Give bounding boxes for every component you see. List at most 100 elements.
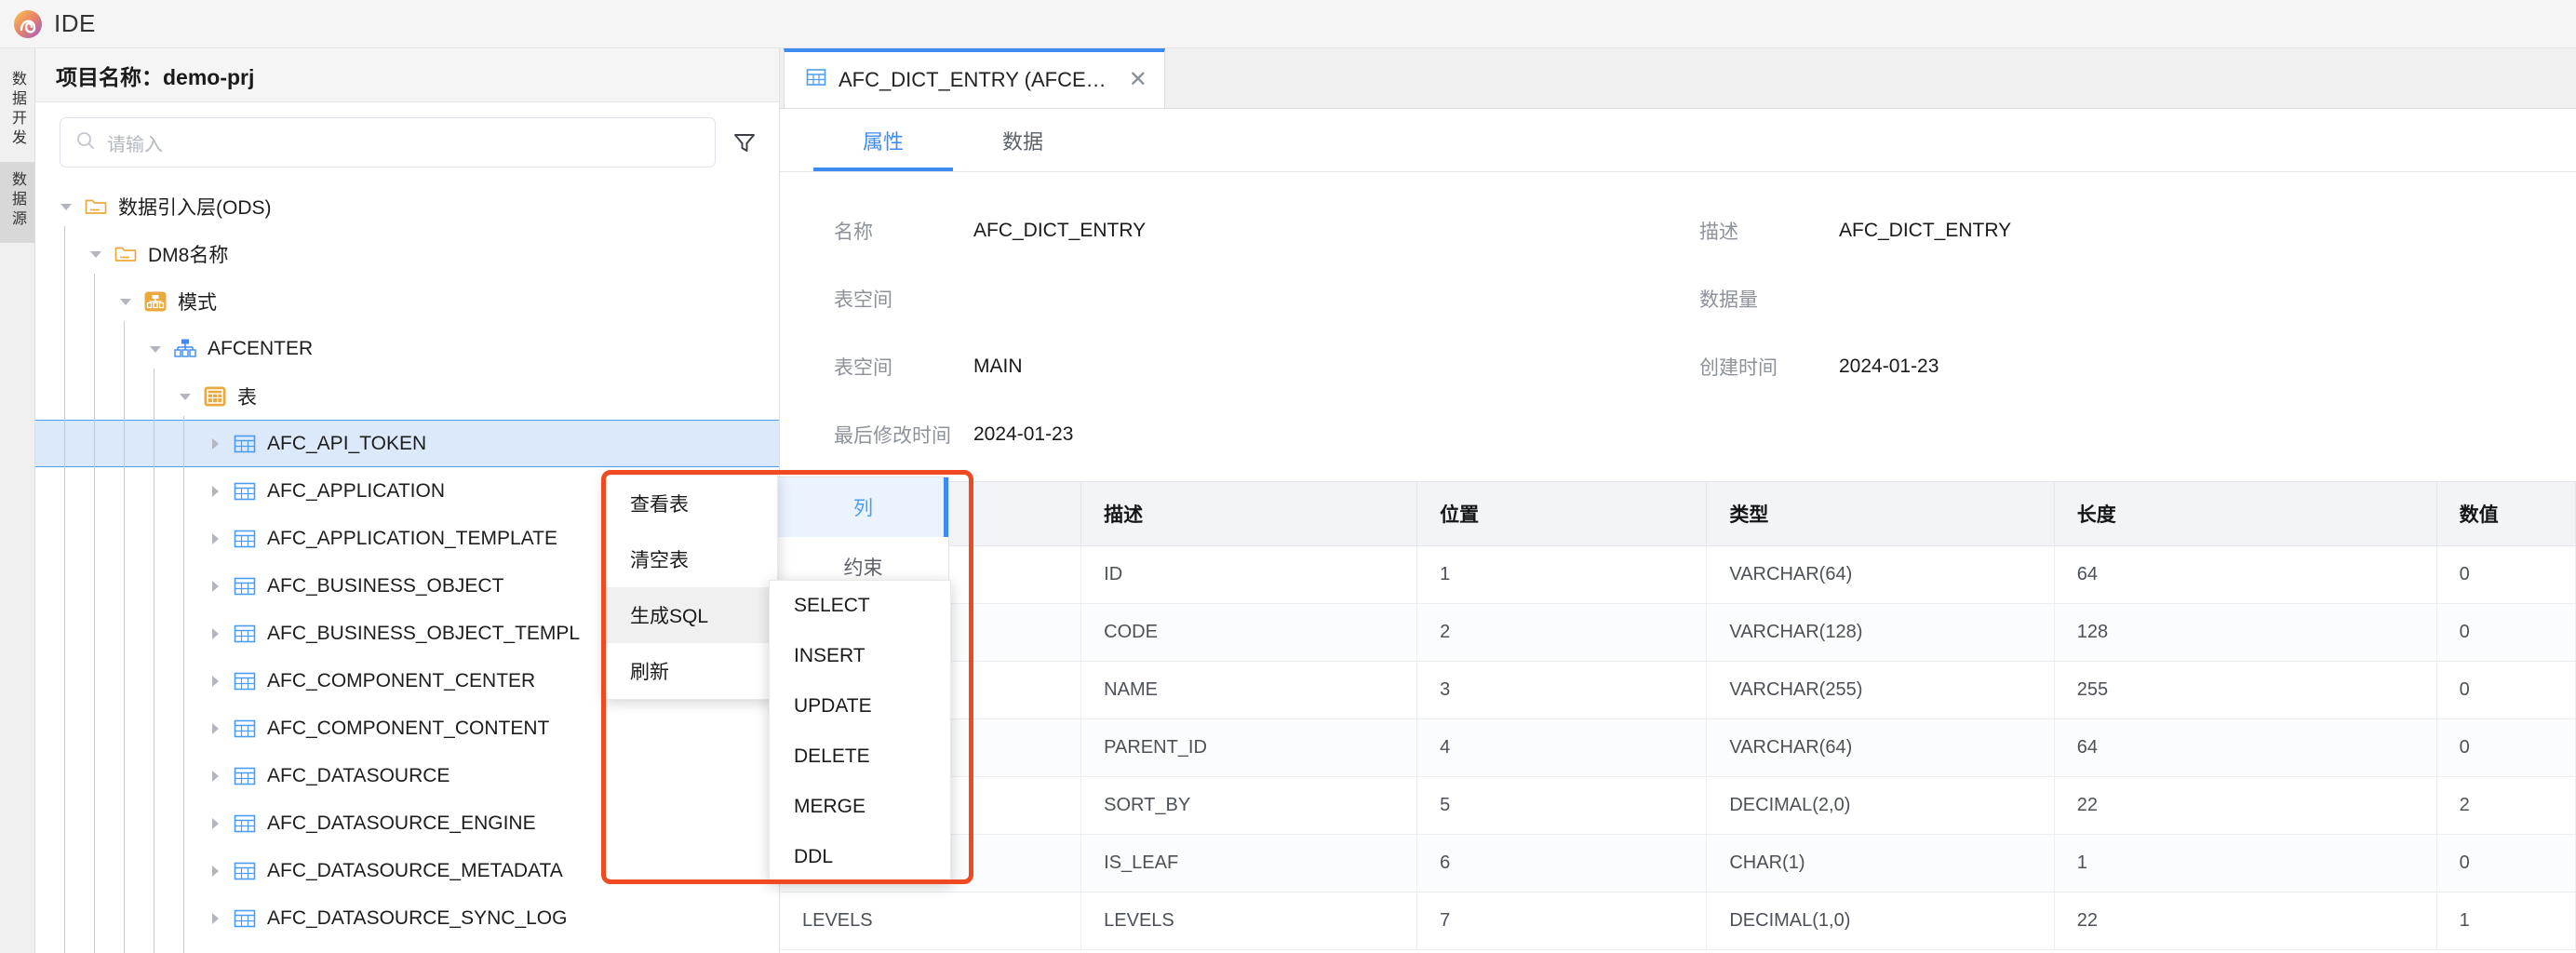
grid-cell: 0 [2436, 662, 2575, 719]
table-icon [233, 574, 257, 598]
document-tab-label: AFC_DICT_ENTRY (AFCE… [839, 68, 1107, 92]
table-row[interactable]: SORT_BYSORT_BY5DECIMAL(2,0)222 [780, 777, 2576, 835]
table-row[interactable]: NAMENAME3VARCHAR(255)2550 [780, 662, 2576, 719]
grid-cell: 3 [1417, 662, 1707, 719]
submenu-item[interactable]: SELECT [770, 581, 950, 631]
rail-item-data-source[interactable]: 数据源 [0, 162, 34, 243]
table-icon [233, 622, 257, 646]
grid-cell: 22 [2054, 777, 2436, 835]
table-icon [233, 906, 257, 931]
editor-area: AFC_DICT_ENTRY (AFCE… ✕ 属性 数据 名称 AFC_DIC… [780, 48, 2576, 953]
chevron-down-icon[interactable] [145, 339, 166, 359]
context-menu-item[interactable]: 查看表 [606, 476, 777, 531]
table-icon [233, 859, 257, 883]
tab-properties[interactable]: 属性 [813, 109, 953, 171]
table-icon [233, 764, 257, 788]
column-grid: 名称描述位置类型长度数值 IDID1VARCHAR(64)640CODECODE… [780, 482, 2576, 950]
app-bar: IDE [0, 0, 2576, 48]
submenu-item[interactable]: MERGE [770, 782, 950, 832]
tree-node-label: 表 [237, 383, 257, 410]
grid-header-cell[interactable]: 长度 [2054, 482, 2436, 546]
chevron-right-icon[interactable] [205, 671, 225, 691]
chevron-right-icon[interactable] [205, 908, 225, 929]
tree-node-label: AFCENTER [208, 338, 313, 360]
tree-node[interactable]: AFC_DATASOURCE_ENGINE [35, 799, 779, 847]
tree-node[interactable]: 表 [35, 372, 779, 420]
table-row[interactable]: IDID1VARCHAR(64)640 [780, 546, 2576, 604]
submenu-item[interactable]: DDL [770, 832, 950, 882]
prop-value-created: 2024-01-23 [1839, 356, 2576, 378]
grid-cell: 64 [2054, 719, 2436, 777]
grid-cell: ID [1081, 546, 1417, 604]
submenu-item[interactable]: UPDATE [770, 681, 950, 732]
tree-node[interactable]: AFCENTER [35, 325, 779, 372]
document-tab[interactable]: AFC_DICT_ENTRY (AFCE… ✕ [784, 48, 1165, 108]
grid-cell: 6 [1417, 835, 1707, 893]
table-row[interactable]: IS_LEAFIS_LEAF6CHAR(1)10 [780, 835, 2576, 893]
tree-node-label: AFC_DATASOURCE [267, 765, 449, 787]
search-row: 请输入 [35, 102, 779, 177]
table-row[interactable]: LEVELSLEVELS7DECIMAL(1,0)221 [780, 893, 2576, 950]
tree-node[interactable]: AFC_API_TOKEN [35, 420, 779, 467]
table-row[interactable]: PARENT_IDPARENT_ID4VARCHAR(64)640 [780, 719, 2576, 777]
tree-node[interactable]: 数据引入层(ODS) [35, 182, 779, 230]
prop-label-modified: 最后修改时间 [834, 421, 973, 449]
chevron-right-icon[interactable] [205, 813, 225, 834]
grid-cell: VARCHAR(64) [1707, 546, 2054, 604]
context-menu[interactable]: 查看表清空表生成SQL刷新 [605, 475, 778, 700]
grid-header-cell[interactable]: 数值 [2436, 482, 2575, 546]
grid-cell: 1 [1417, 546, 1707, 604]
tree-node-label: 模式 [178, 288, 217, 315]
chevron-right-icon[interactable] [205, 766, 225, 786]
generate-sql-submenu[interactable]: SELECTINSERTUPDATEDELETEMERGEDDL [769, 580, 951, 883]
tree-node[interactable]: AFC_DATASOURCE_METADATA [35, 847, 779, 894]
tree-node-label: AFC_COMPONENT_CONTENT [267, 718, 549, 740]
submenu-item[interactable]: DELETE [770, 732, 950, 782]
tree-node[interactable]: 模式 [35, 277, 779, 325]
search-input[interactable]: 请输入 [60, 117, 716, 168]
grid-cell: 22 [2054, 893, 2436, 950]
context-menu-item[interactable]: 清空表 [606, 531, 777, 587]
chevron-down-icon[interactable] [175, 386, 195, 407]
chevron-down-icon[interactable] [56, 196, 76, 217]
column-grid-wrap[interactable]: 名称描述位置类型长度数值 IDID1VARCHAR(64)640CODECODE… [780, 481, 2576, 953]
chevron-right-icon[interactable] [205, 576, 225, 597]
grid-cell: 64 [2054, 546, 2436, 604]
chevron-right-icon[interactable] [205, 624, 225, 644]
grid-cell: VARCHAR(255) [1707, 662, 2054, 719]
folder-icon [84, 195, 108, 219]
left-rail: 数据开发 数据源 [0, 48, 35, 953]
chevron-right-icon[interactable] [205, 434, 225, 454]
filter-icon[interactable] [729, 127, 760, 158]
tree-node-label: AFC_BUSINESS_OBJECT [267, 575, 503, 597]
chevron-right-icon[interactable] [205, 718, 225, 739]
close-icon[interactable]: ✕ [1129, 69, 1147, 91]
section-item-columns[interactable]: 列 [778, 477, 948, 537]
grid-cell: IS_LEAF [1081, 835, 1417, 893]
table-row[interactable]: CODECODE2VARCHAR(128)1280 [780, 604, 2576, 662]
tree-node[interactable]: AFC_DATASOURCE [35, 752, 779, 799]
grid-cell: 0 [2436, 719, 2575, 777]
tree-node[interactable]: AFC_DATASOURCE_SYNC_LOG [35, 894, 779, 942]
chevron-down-icon[interactable] [115, 291, 136, 312]
chevron-right-icon[interactable] [205, 481, 225, 502]
tree-node[interactable]: DM8名称 [35, 230, 779, 277]
tab-data[interactable]: 数据 [953, 109, 1093, 171]
chevron-down-icon[interactable] [86, 244, 106, 264]
grid-header-cell[interactable]: 位置 [1417, 482, 1707, 546]
submenu-item[interactable]: INSERT [770, 631, 950, 681]
rail-item-data-dev[interactable]: 数据开发 [0, 61, 34, 162]
grid-cell-column-name: LEVELS [780, 893, 1081, 950]
chevron-right-icon[interactable] [205, 861, 225, 881]
object-section-panel[interactable]: 列约束 [777, 476, 949, 588]
grid-cell: LEVELS [1081, 893, 1417, 950]
grid-header-cell[interactable]: 类型 [1707, 482, 2054, 546]
context-menu-item[interactable]: 生成SQL [606, 587, 777, 643]
spiral-logo-icon [13, 9, 43, 39]
context-menu-item[interactable]: 刷新 [606, 643, 777, 699]
grid-cell: NAME [1081, 662, 1417, 719]
tree-node[interactable]: AFC_COMPONENT_CONTENT [35, 705, 779, 752]
chevron-right-icon[interactable] [205, 529, 225, 549]
grid-header-cell[interactable]: 描述 [1081, 482, 1417, 546]
schema-icon [143, 289, 168, 314]
